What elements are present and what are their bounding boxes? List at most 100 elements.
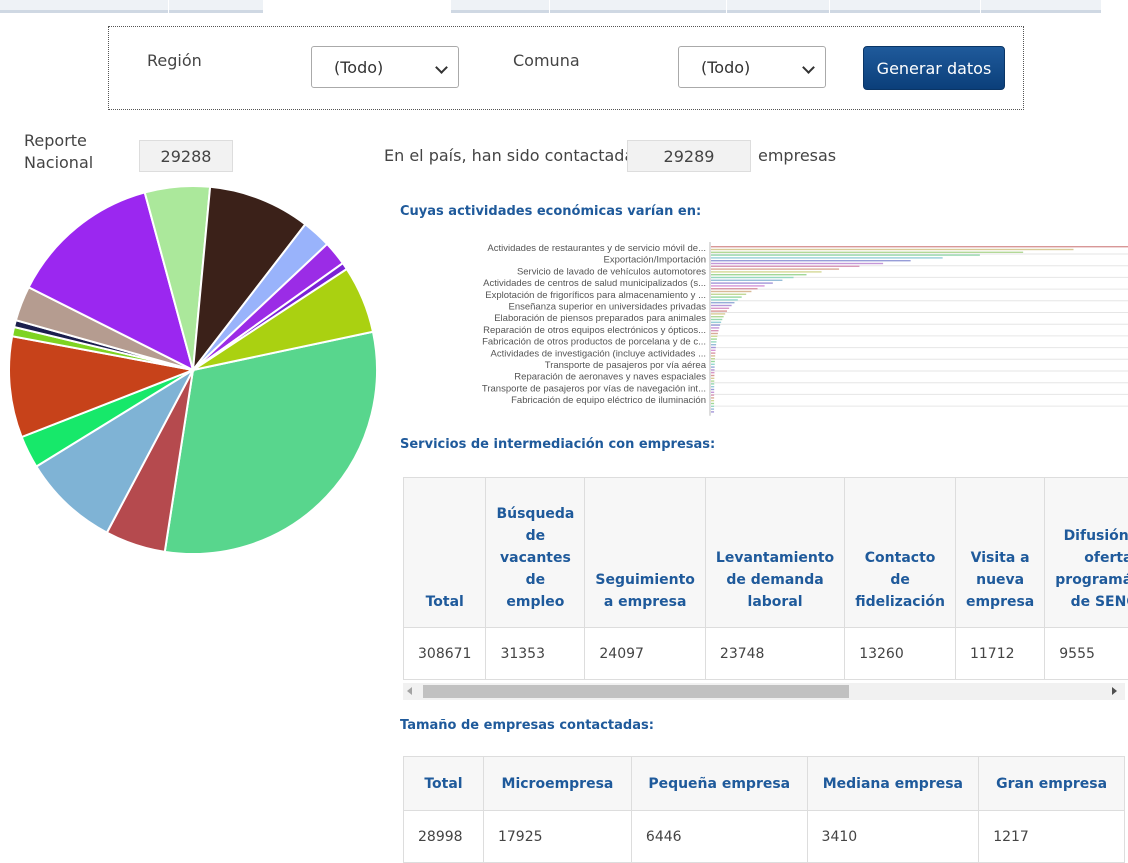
services-column-header: Visita a nueva empresa bbox=[954, 477, 1046, 628]
services-table-container[interactable]: Total Búsqueda de vacantes de empleo Seguimien… bbox=[403, 477, 1128, 680]
activity-bar[interactable] bbox=[711, 321, 722, 323]
chevron-down-icon bbox=[802, 61, 815, 74]
services-table: Total Búsqueda de vacantes de empleo Seguimien… bbox=[403, 477, 1128, 680]
activity-bar[interactable] bbox=[711, 310, 728, 312]
activity-bar[interactable] bbox=[711, 299, 738, 301]
activity-bar[interactable] bbox=[711, 341, 717, 343]
services-cell: 24097 bbox=[584, 627, 706, 680]
activity-bar[interactable] bbox=[711, 302, 735, 304]
services-cell: 31353 bbox=[485, 627, 586, 680]
activity-bar[interactable] bbox=[711, 251, 1024, 253]
activity-bar[interactable] bbox=[711, 352, 716, 354]
top-tab[interactable] bbox=[830, 0, 980, 13]
activity-bar[interactable] bbox=[711, 411, 715, 413]
sizes-column-header: Gran empresa bbox=[978, 756, 1125, 811]
top-tab[interactable] bbox=[0, 0, 168, 13]
activity-bar[interactable] bbox=[711, 408, 715, 410]
horizontal-scrollbar[interactable] bbox=[403, 683, 1125, 700]
activity-bar[interactable] bbox=[711, 388, 715, 391]
activity-bar[interactable] bbox=[711, 246, 1128, 248]
services-column-header: Seguimiento a empresa bbox=[584, 477, 706, 628]
national-report-label-line1: Reporte bbox=[24, 131, 87, 150]
sizes-column-header: Pequeña empresa bbox=[630, 756, 808, 811]
activity-bar[interactable] bbox=[711, 391, 715, 393]
category-tick-label: Enseñanza superior en universidades priv… bbox=[508, 302, 706, 313]
activity-bar[interactable] bbox=[711, 344, 717, 346]
top-tab[interactable] bbox=[550, 0, 726, 13]
top-tab-active[interactable] bbox=[264, 0, 450, 13]
activity-bar[interactable] bbox=[711, 265, 860, 267]
activity-bar[interactable] bbox=[711, 268, 840, 270]
activity-bar[interactable] bbox=[711, 324, 721, 326]
activity-bar[interactable] bbox=[711, 400, 715, 402]
activity-bar[interactable] bbox=[711, 397, 715, 399]
activity-bar[interactable] bbox=[711, 313, 726, 315]
activity-bar[interactable] bbox=[711, 369, 715, 371]
sizes-column-header: Microempresa bbox=[482, 756, 632, 811]
activity-bar[interactable] bbox=[711, 358, 716, 360]
chevron-down-icon bbox=[435, 61, 448, 74]
activity-bar[interactable] bbox=[711, 363, 715, 365]
activity-bar[interactable] bbox=[711, 307, 730, 309]
category-tick-label: Actividades de restaurantes y de servici… bbox=[487, 243, 706, 254]
top-tab-strip bbox=[0, 0, 1128, 14]
activity-bar[interactable] bbox=[711, 335, 718, 337]
activity-bar[interactable] bbox=[711, 279, 783, 281]
activity-bar[interactable] bbox=[711, 383, 715, 385]
top-tab[interactable] bbox=[727, 0, 829, 13]
scroll-right-arrow-icon[interactable] bbox=[1112, 687, 1117, 695]
activity-bar[interactable] bbox=[711, 405, 715, 407]
activity-bar[interactable] bbox=[711, 288, 758, 290]
activity-bar[interactable] bbox=[711, 271, 822, 273]
activity-bar[interactable] bbox=[711, 394, 715, 396]
top-tab[interactable] bbox=[169, 0, 263, 13]
activity-bar[interactable] bbox=[711, 338, 717, 340]
activity-bar[interactable] bbox=[711, 360, 715, 363]
activity-bar[interactable] bbox=[711, 276, 794, 279]
sizes-cell: 28998 bbox=[403, 810, 484, 863]
activity-bar[interactable] bbox=[711, 372, 715, 374]
activity-bar[interactable] bbox=[711, 260, 911, 262]
services-column-header: Levantamiento de demanda laboral bbox=[704, 477, 846, 628]
activity-bar[interactable] bbox=[711, 316, 724, 318]
activity-bar[interactable] bbox=[711, 293, 747, 295]
country-sentence-prefix: En el país, han sido contactadas bbox=[384, 146, 643, 165]
activity-bar[interactable] bbox=[711, 285, 765, 287]
activity-bar[interactable] bbox=[711, 366, 715, 368]
activity-bar[interactable] bbox=[711, 248, 1074, 251]
region-label: Región bbox=[147, 51, 202, 70]
activity-bar[interactable] bbox=[711, 327, 720, 329]
services-cell: 11712 bbox=[954, 627, 1046, 680]
activity-bar[interactable] bbox=[711, 349, 716, 351]
activity-bar[interactable] bbox=[711, 402, 715, 405]
top-tab[interactable] bbox=[451, 0, 549, 13]
activity-bar[interactable] bbox=[711, 355, 716, 357]
activity-bar[interactable] bbox=[711, 374, 715, 377]
scrollbar-thumb[interactable] bbox=[423, 685, 849, 698]
generate-data-button[interactable]: Generar datos bbox=[863, 46, 1005, 90]
activity-bar[interactable] bbox=[711, 254, 980, 256]
activity-bar[interactable] bbox=[711, 346, 716, 349]
sizes-cell: 3410 bbox=[806, 810, 980, 863]
activity-bar[interactable] bbox=[711, 262, 884, 265]
activity-bar[interactable] bbox=[711, 330, 719, 332]
activity-bar[interactable] bbox=[711, 257, 943, 259]
region-select[interactable]: (Todo) bbox=[311, 46, 459, 88]
top-tab[interactable] bbox=[981, 0, 1101, 13]
activity-bar[interactable] bbox=[711, 380, 715, 382]
activity-bar[interactable] bbox=[711, 318, 723, 321]
activity-bar[interactable] bbox=[711, 296, 742, 298]
services-column-header: Búsqueda de vacantes de empleo bbox=[485, 477, 586, 628]
activity-bar[interactable] bbox=[711, 290, 752, 293]
scroll-left-arrow-icon[interactable] bbox=[407, 687, 412, 695]
activity-bar[interactable] bbox=[711, 332, 718, 335]
comuna-select[interactable]: (Todo) bbox=[678, 46, 826, 88]
national-report-label-line2: Nacional bbox=[24, 153, 94, 172]
activity-bar[interactable] bbox=[711, 274, 807, 276]
activity-bar[interactable] bbox=[711, 377, 715, 379]
activity-bar[interactable] bbox=[711, 304, 732, 307]
activity-bar[interactable] bbox=[711, 282, 773, 284]
activity-bar[interactable] bbox=[711, 386, 715, 388]
sizes-table: Total Microempresa Pequeña empresa Mediana … bbox=[403, 756, 1125, 863]
category-tick-label: Servicio de lavado de vehículos automoto… bbox=[517, 266, 706, 277]
